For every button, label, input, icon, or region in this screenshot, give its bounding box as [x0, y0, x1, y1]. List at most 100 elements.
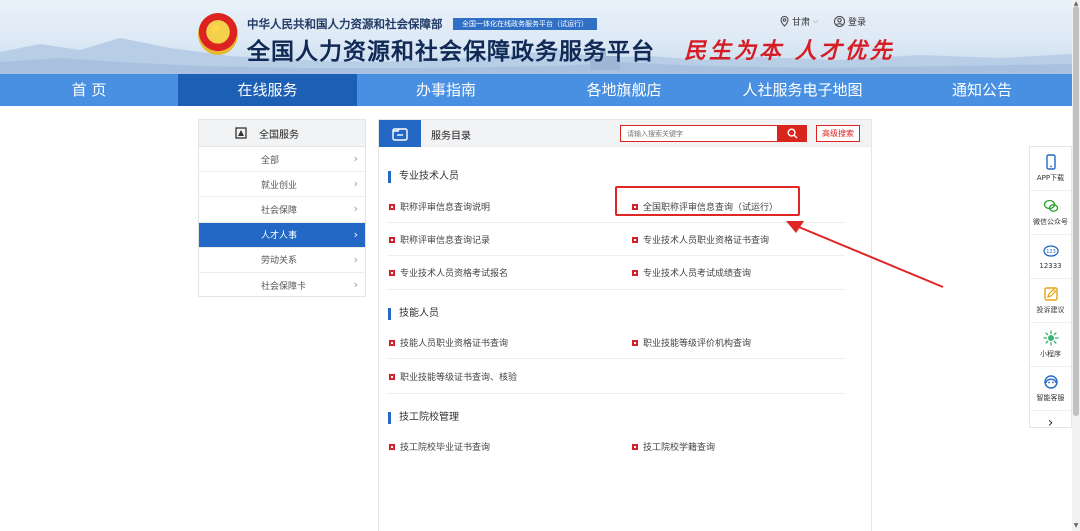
svg-text:123: 123: [1046, 249, 1056, 255]
sidebar-title: 全国服务: [259, 129, 299, 141]
toolbar-next-button[interactable]: ›: [1030, 411, 1071, 435]
app-download-button[interactable]: APP下载: [1030, 147, 1071, 191]
float-label: 智能客服: [1036, 394, 1065, 402]
sidebar-header: 全国服务: [199, 120, 365, 147]
sidebar-item-labor-relations[interactable]: 劳动关系 ›: [199, 248, 365, 273]
customer-service-icon: [1043, 375, 1058, 389]
section-title-technical-schools: 技工院校管理: [388, 412, 459, 424]
service-label: 技工院校学籍查询: [643, 443, 716, 453]
ministry-name: 中华人民共和国人力资源和社会保障部: [247, 17, 443, 31]
float-label: 小程序: [1040, 350, 1061, 358]
annotation-arrow: [786, 221, 944, 288]
sidebar-item-social-security[interactable]: 社会保障 ›: [199, 197, 365, 223]
service-link[interactable]: 专业技术人员考试成绩查询: [632, 266, 751, 279]
bullet-icon: [389, 339, 395, 346]
service-link[interactable]: 职业技能等级证书查询、核验: [389, 370, 517, 383]
sidebar-item-label: 社会保障: [261, 205, 298, 216]
bullet-icon: [389, 373, 395, 380]
wechat-button[interactable]: 微信公众号: [1030, 191, 1071, 235]
chevron-right-icon: ›: [353, 252, 358, 266]
sidebar-item-label: 社会保障卡: [261, 282, 307, 293]
nav-home[interactable]: 首 页: [0, 74, 178, 106]
float-label: 12333: [1039, 262, 1062, 270]
main-nav: 首 页 在线服务 办事指南 各地旗舰店 人社服务电子地图 通知公告: [0, 74, 1072, 106]
chevron-down-icon: ⌵: [813, 17, 819, 25]
service-link[interactable]: 职业技能等级评价机构查询: [632, 336, 751, 349]
service-label: 职业技能等级评价机构查询: [643, 339, 752, 349]
chevron-right-icon: ›: [353, 152, 358, 165]
nav-guide[interactable]: 办事指南: [357, 74, 535, 106]
map-icon: [235, 127, 247, 139]
nav-local-stores[interactable]: 各地旗舰店: [535, 74, 713, 106]
edit-icon: [1043, 287, 1058, 301]
service-link[interactable]: 技工院校学籍查询: [632, 440, 715, 453]
scroll-up-icon[interactable]: ▲: [1073, 0, 1079, 7]
search-icon: [786, 128, 797, 139]
scroll-down-icon[interactable]: ▼: [1073, 522, 1079, 529]
chevron-right-icon: ›: [1047, 415, 1054, 431]
annotation-highlight-box: [615, 186, 800, 216]
bullet-icon: [389, 203, 395, 210]
miniprogram-button[interactable]: 小程序: [1030, 323, 1071, 367]
catalog-title: 服务目录: [431, 131, 471, 142]
floating-toolbar: APP下载 微信公众号 123 12333 投诉建议 小程序 智能客服 ›: [1029, 146, 1072, 431]
service-link[interactable]: 职称评审信息查询说明: [389, 200, 490, 213]
nav-service-map[interactable]: 人社服务电子地图: [713, 74, 892, 106]
platform-title: 全国人力资源和社会保障政务服务平台: [247, 39, 655, 65]
miniprogram-icon: [1043, 330, 1058, 346]
phone-icon: [1045, 154, 1056, 170]
service-label: 技能人员职业资格证书查询: [400, 339, 509, 349]
row-divider: [387, 222, 845, 223]
region-selector[interactable]: 甘肃 ⌵: [780, 15, 818, 28]
service-label: 专业技术人员职业资格证书查询: [643, 236, 770, 246]
search-button[interactable]: [777, 125, 807, 142]
sidebar-item-employment[interactable]: 就业创业 ›: [199, 172, 365, 198]
bullet-icon: [389, 269, 395, 276]
nav-announcements[interactable]: 通知公告: [892, 74, 1072, 106]
row-divider: [387, 255, 845, 256]
service-link[interactable]: 技能人员职业资格证书查询: [389, 336, 508, 349]
sidebar-item-talent[interactable]: 人才人事 ›: [199, 222, 365, 248]
user-icon: [834, 16, 845, 27]
chevron-right-icon: ›: [353, 277, 358, 291]
service-link[interactable]: 职称评审信息查询记录: [389, 233, 490, 246]
category-sidebar: 全国服务 全部 › 就业创业 › 社会保障 › 人才人事 › 劳动关系 › 社会保障卡 ›: [198, 119, 366, 297]
sidebar-item-label: 全部: [261, 155, 280, 166]
bullet-icon: [632, 236, 638, 243]
section-title-professional: 专业技术人员: [388, 171, 459, 183]
complaint-button[interactable]: 投诉建议: [1030, 279, 1071, 323]
hotline-icon: 123: [1042, 245, 1059, 257]
bullet-icon: [389, 443, 395, 450]
sidebar-item-all[interactable]: 全部 ›: [199, 147, 365, 173]
bullet-icon: [389, 236, 395, 243]
chevron-right-icon: ›: [353, 202, 358, 216]
float-label: 微信公众号: [1033, 218, 1068, 226]
catalog-header: 服务目录 高级搜索: [379, 120, 871, 147]
scrollbar-thumb[interactable]: [1073, 6, 1079, 416]
chevron-right-icon: ›: [353, 177, 358, 191]
sidebar-item-label: 劳动关系: [261, 256, 298, 267]
site-header: ★ 中华人民共和国人力资源和社会保障部 全国一体化在线政务服务平台（试运行） 全…: [0, 0, 1072, 74]
hotline-button[interactable]: 123 12333: [1030, 235, 1071, 279]
search-input[interactable]: [620, 125, 778, 142]
advanced-search-button[interactable]: 高级搜索: [816, 125, 860, 142]
service-label: 技工院校毕业证书查询: [400, 443, 491, 453]
sidebar-item-social-card[interactable]: 社会保障卡 ›: [199, 273, 365, 298]
row-divider: [387, 393, 845, 394]
section-title-skilled: 技能人员: [388, 308, 439, 320]
platform-badge: 全国一体化在线政务服务平台（试运行）: [453, 18, 597, 30]
row-divider: [387, 358, 845, 359]
login-label: 登录: [848, 18, 867, 28]
service-link[interactable]: 技工院校毕业证书查询: [389, 440, 490, 453]
sidebar-item-label: 人才人事: [261, 231, 298, 242]
login-link[interactable]: 登录: [834, 15, 866, 28]
service-label: 专业技术人员资格考试报名: [400, 269, 509, 279]
customer-service-button[interactable]: 智能客服: [1030, 367, 1071, 411]
service-label: 职业技能等级证书查询、核验: [400, 373, 518, 383]
row-divider: [387, 289, 845, 290]
location-pin-icon: [780, 16, 789, 27]
service-link[interactable]: 专业技术人员职业资格证书查询: [632, 233, 769, 246]
service-label: 职称评审信息查询说明: [400, 203, 491, 213]
service-link[interactable]: 专业技术人员资格考试报名: [389, 266, 508, 279]
nav-online-services[interactable]: 在线服务: [178, 74, 357, 106]
